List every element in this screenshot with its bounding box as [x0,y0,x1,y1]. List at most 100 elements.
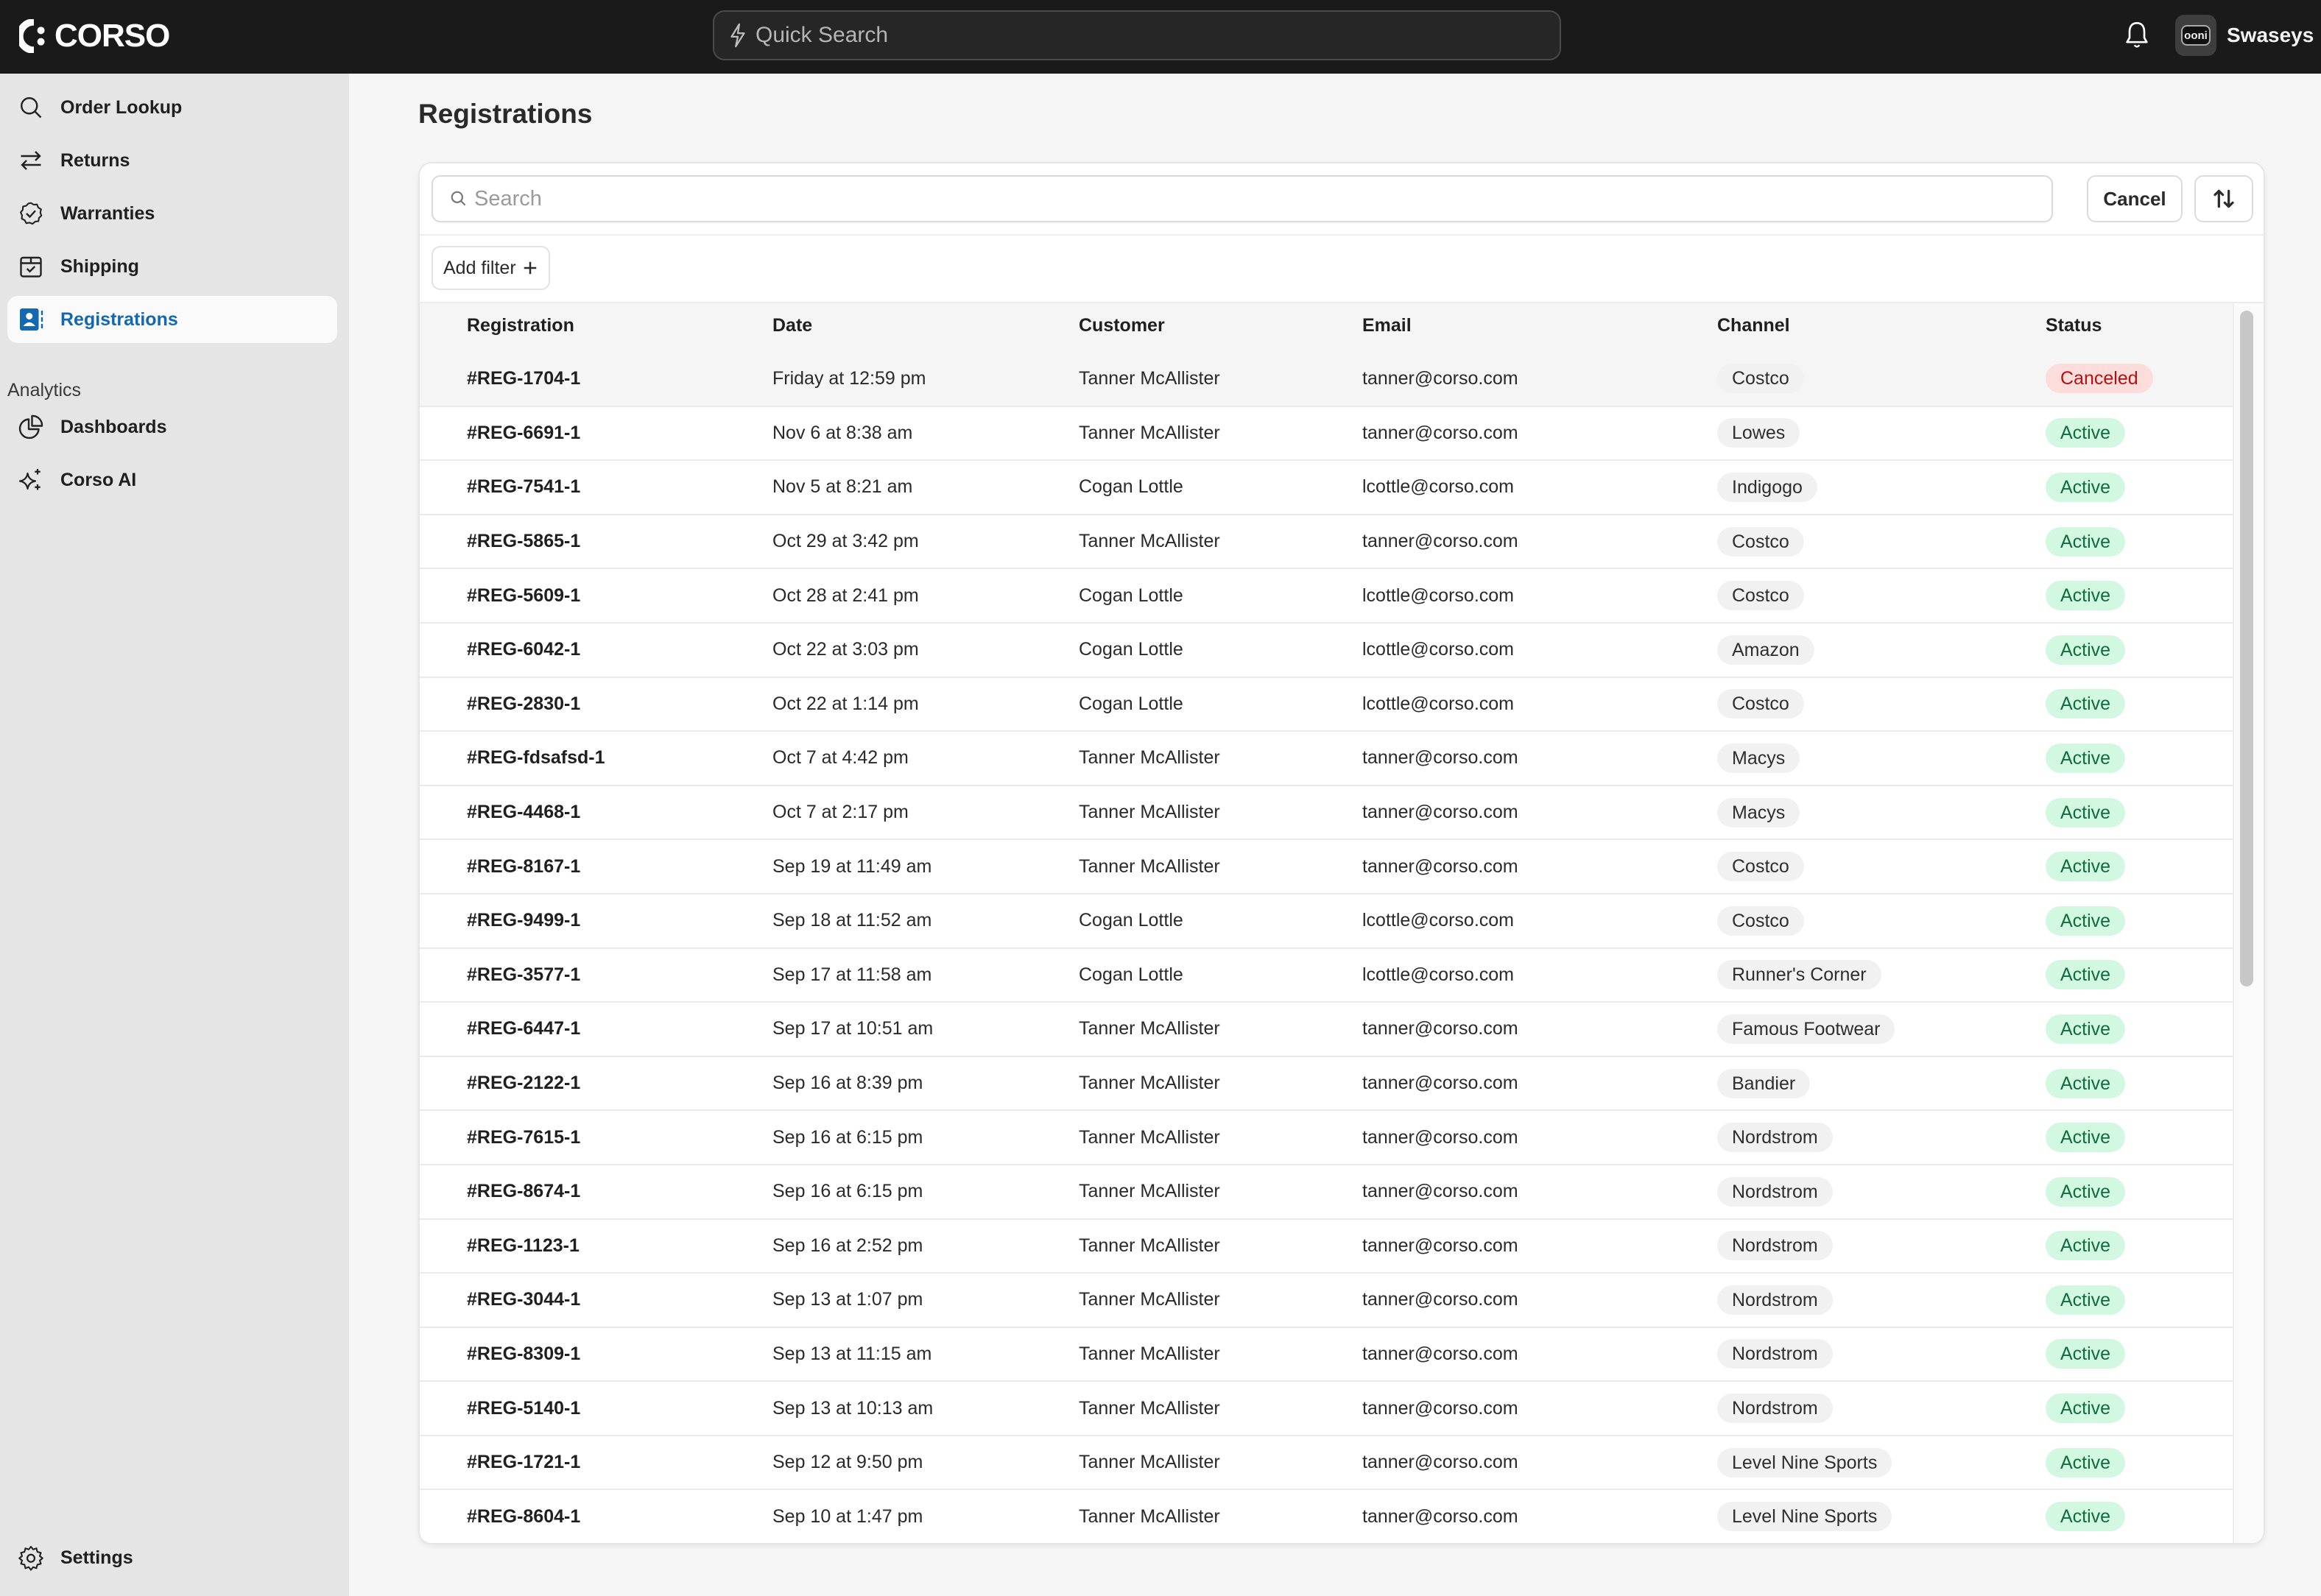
email-cell: tanner@corso.com [1362,1452,1518,1473]
table-row[interactable]: #REG-2830-1 Oct 22 at 1:14 pm Cogan Lottle… [420,677,2233,732]
registration-cell[interactable]: #REG-4468-1 [467,785,772,840]
registration-cell[interactable]: #REG-7615-1 [467,1110,772,1165]
column-header-customer[interactable]: Customer [1079,303,1362,352]
table-row[interactable]: #REG-8604-1 Sep 10 at 1:47 pm Tanner McAll… [420,1489,2233,1543]
column-header-date[interactable]: Date [772,303,1079,352]
row-spacer [420,623,467,677]
filter-bar: Add filter [420,236,2264,303]
registrations-table-container: Registration Date Customer Email Channel… [420,303,2233,1543]
status-badge: Active [2046,418,2126,448]
table-row[interactable]: #REG-1704-1 Friday at 12:59 pm Tanner McAl… [420,352,2233,406]
table-row[interactable]: #REG-5140-1 Sep 13 at 10:13 am Tanner McAl… [420,1381,2233,1436]
sidebar-item-warranties[interactable]: Warranties [7,190,337,237]
table-row[interactable]: #REG-5865-1 Oct 29 at 3:42 pm Tanner McAll… [420,515,2233,569]
table-row[interactable]: #REG-1721-1 Sep 12 at 9:50 pm Tanner McAll… [420,1436,2233,1490]
customer-cell: Cogan Lottle [1079,693,1183,714]
table-row[interactable]: #REG-8167-1 Sep 19 at 11:49 am Tanner McAl… [420,839,2233,894]
registration-cell[interactable]: #REG-8674-1 [467,1165,772,1219]
sidebar-item-label: Corso AI [60,469,137,490]
registration-cell[interactable]: #REG-5140-1 [467,1381,772,1436]
registration-cell[interactable]: #REG-1704-1 [467,352,772,406]
sort-button[interactable] [2194,175,2253,222]
registration-cell[interactable]: #REG-3044-1 [467,1273,772,1327]
status-cell: Active [2046,677,2233,732]
registration-cell[interactable]: #REG-8309-1 [467,1327,772,1382]
status-cell: Active [2046,515,2233,569]
registration-cell[interactable]: #REG-8604-1 [467,1489,772,1543]
table-row[interactable]: #REG-7615-1 Sep 16 at 6:15 pm Tanner McAll… [420,1110,2233,1165]
registration-cell[interactable]: #REG-3577-1 [467,948,772,1003]
status-badge: Active [2046,526,2126,557]
column-header-registration[interactable]: Registration [467,303,772,352]
table-row[interactable]: #REG-8309-1 Sep 13 at 11:15 am Tanner McAl… [420,1327,2233,1382]
registration-cell[interactable]: #REG-2122-1 [467,1056,772,1111]
customer-cell: Cogan Lottle [1079,910,1183,931]
registration-cell[interactable]: #REG-fdsafsd-1 [467,731,772,785]
row-spacer [420,1381,467,1436]
registration-cell[interactable]: #REG-5609-1 [467,568,772,623]
table-row[interactable]: #REG-7541-1 Nov 5 at 8:21 am Cogan Lottle l… [420,460,2233,515]
quick-search-input[interactable] [756,23,1529,48]
date-cell: Sep 13 at 10:13 am [772,1397,934,1419]
table-row[interactable]: #REG-3577-1 Sep 17 at 11:58 am Cogan Lottl… [420,948,2233,1003]
channel-chip: Costco [1717,852,1804,882]
status-badge: Active [2046,1014,2126,1044]
table-row[interactable]: #REG-5609-1 Oct 28 at 2:41 pm Cogan Lottle… [420,568,2233,623]
registration-cell[interactable]: #REG-6042-1 [467,623,772,677]
status-badge: Active [2046,1285,2126,1315]
registration-cell[interactable]: #REG-6691-1 [467,406,772,461]
sidebar-item-returns[interactable]: Returns [7,137,337,184]
table-row[interactable]: #REG-6691-1 Nov 6 at 8:38 am Tanner McAlli… [420,406,2233,461]
sidebar-item-settings[interactable]: Settings [7,1534,337,1581]
bell-icon[interactable] [2121,21,2153,50]
account-name[interactable]: Swaseys [2227,21,2314,50]
sidebar-item-order-lookup[interactable]: Order Lookup [7,84,337,131]
sidebar-item-dashboards[interactable]: Dashboards [7,403,337,451]
sidebar-item-corso-ai[interactable]: Corso AI [7,456,337,504]
column-header-channel[interactable]: Channel [1717,303,2046,352]
add-filter-button[interactable]: Add filter [432,246,550,290]
registration-cell[interactable]: #REG-1123-1 [467,1219,772,1274]
cancel-button[interactable]: Cancel [2087,175,2183,222]
table-scrollbar[interactable] [2233,303,2264,1543]
customer-cell: Tanner McAllister [1079,531,1220,552]
channel-cell: Costco [1717,839,2046,894]
account-avatar[interactable]: ooni [2175,15,2216,56]
quick-search[interactable] [713,10,1561,60]
add-filter-label: Add filter [443,257,516,278]
table-row[interactable]: #REG-2122-1 Sep 16 at 8:39 pm Tanner McAll… [420,1056,2233,1111]
registration-cell[interactable]: #REG-9499-1 [467,894,772,948]
registration-cell[interactable]: #REG-8167-1 [467,839,772,894]
sidebar-item-registrations[interactable]: Registrations [7,296,337,343]
registration-cell[interactable]: #REG-7541-1 [467,460,772,515]
table-row[interactable]: #REG-9499-1 Sep 18 at 11:52 am Cogan Lottl… [420,894,2233,948]
channel-cell: Costco [1717,568,2046,623]
table-row[interactable]: #REG-1123-1 Sep 16 at 2:52 pm Tanner McAll… [420,1219,2233,1274]
scrollbar-thumb[interactable] [2240,311,2253,986]
search-field[interactable] [432,175,2053,222]
column-header-email[interactable]: Email [1362,303,1717,352]
customer-cell: Cogan Lottle [1079,585,1183,606]
email-cell: tanner@corso.com [1362,367,1518,389]
table-row[interactable]: #REG-fdsafsd-1 Oct 7 at 4:42 pm Tanner McA… [420,731,2233,785]
channel-chip: Nordstrom [1717,1285,1833,1315]
registration-cell[interactable]: #REG-2830-1 [467,677,772,732]
corso-logo[interactable]: CORSO [19,18,170,54]
sidebar-item-shipping[interactable]: Shipping [7,243,337,290]
channel-cell: Costco [1717,515,2046,569]
registration-cell[interactable]: #REG-5865-1 [467,515,772,569]
row-spacer [420,731,467,785]
registration-cell[interactable]: #REG-6447-1 [467,1002,772,1056]
search-input[interactable] [474,186,2021,211]
channel-chip: Bandier [1717,1068,1811,1098]
date-cell: Sep 18 at 11:52 am [772,910,932,931]
table-row[interactable]: #REG-3044-1 Sep 13 at 1:07 pm Tanner McAll… [420,1273,2233,1327]
column-header-status[interactable]: Status [2046,303,2233,352]
table-row[interactable]: #REG-4468-1 Oct 7 at 2:17 pm Tanner McAlli… [420,785,2233,840]
row-spacer [420,1056,467,1111]
registration-cell[interactable]: #REG-1721-1 [467,1436,772,1490]
status-cell: Active [2046,623,2233,677]
table-row[interactable]: #REG-6042-1 Oct 22 at 3:03 pm Cogan Lottle… [420,623,2233,677]
table-row[interactable]: #REG-8674-1 Sep 16 at 6:15 pm Tanner McAll… [420,1165,2233,1219]
table-row[interactable]: #REG-6447-1 Sep 17 at 10:51 am Tanner McAl… [420,1002,2233,1056]
